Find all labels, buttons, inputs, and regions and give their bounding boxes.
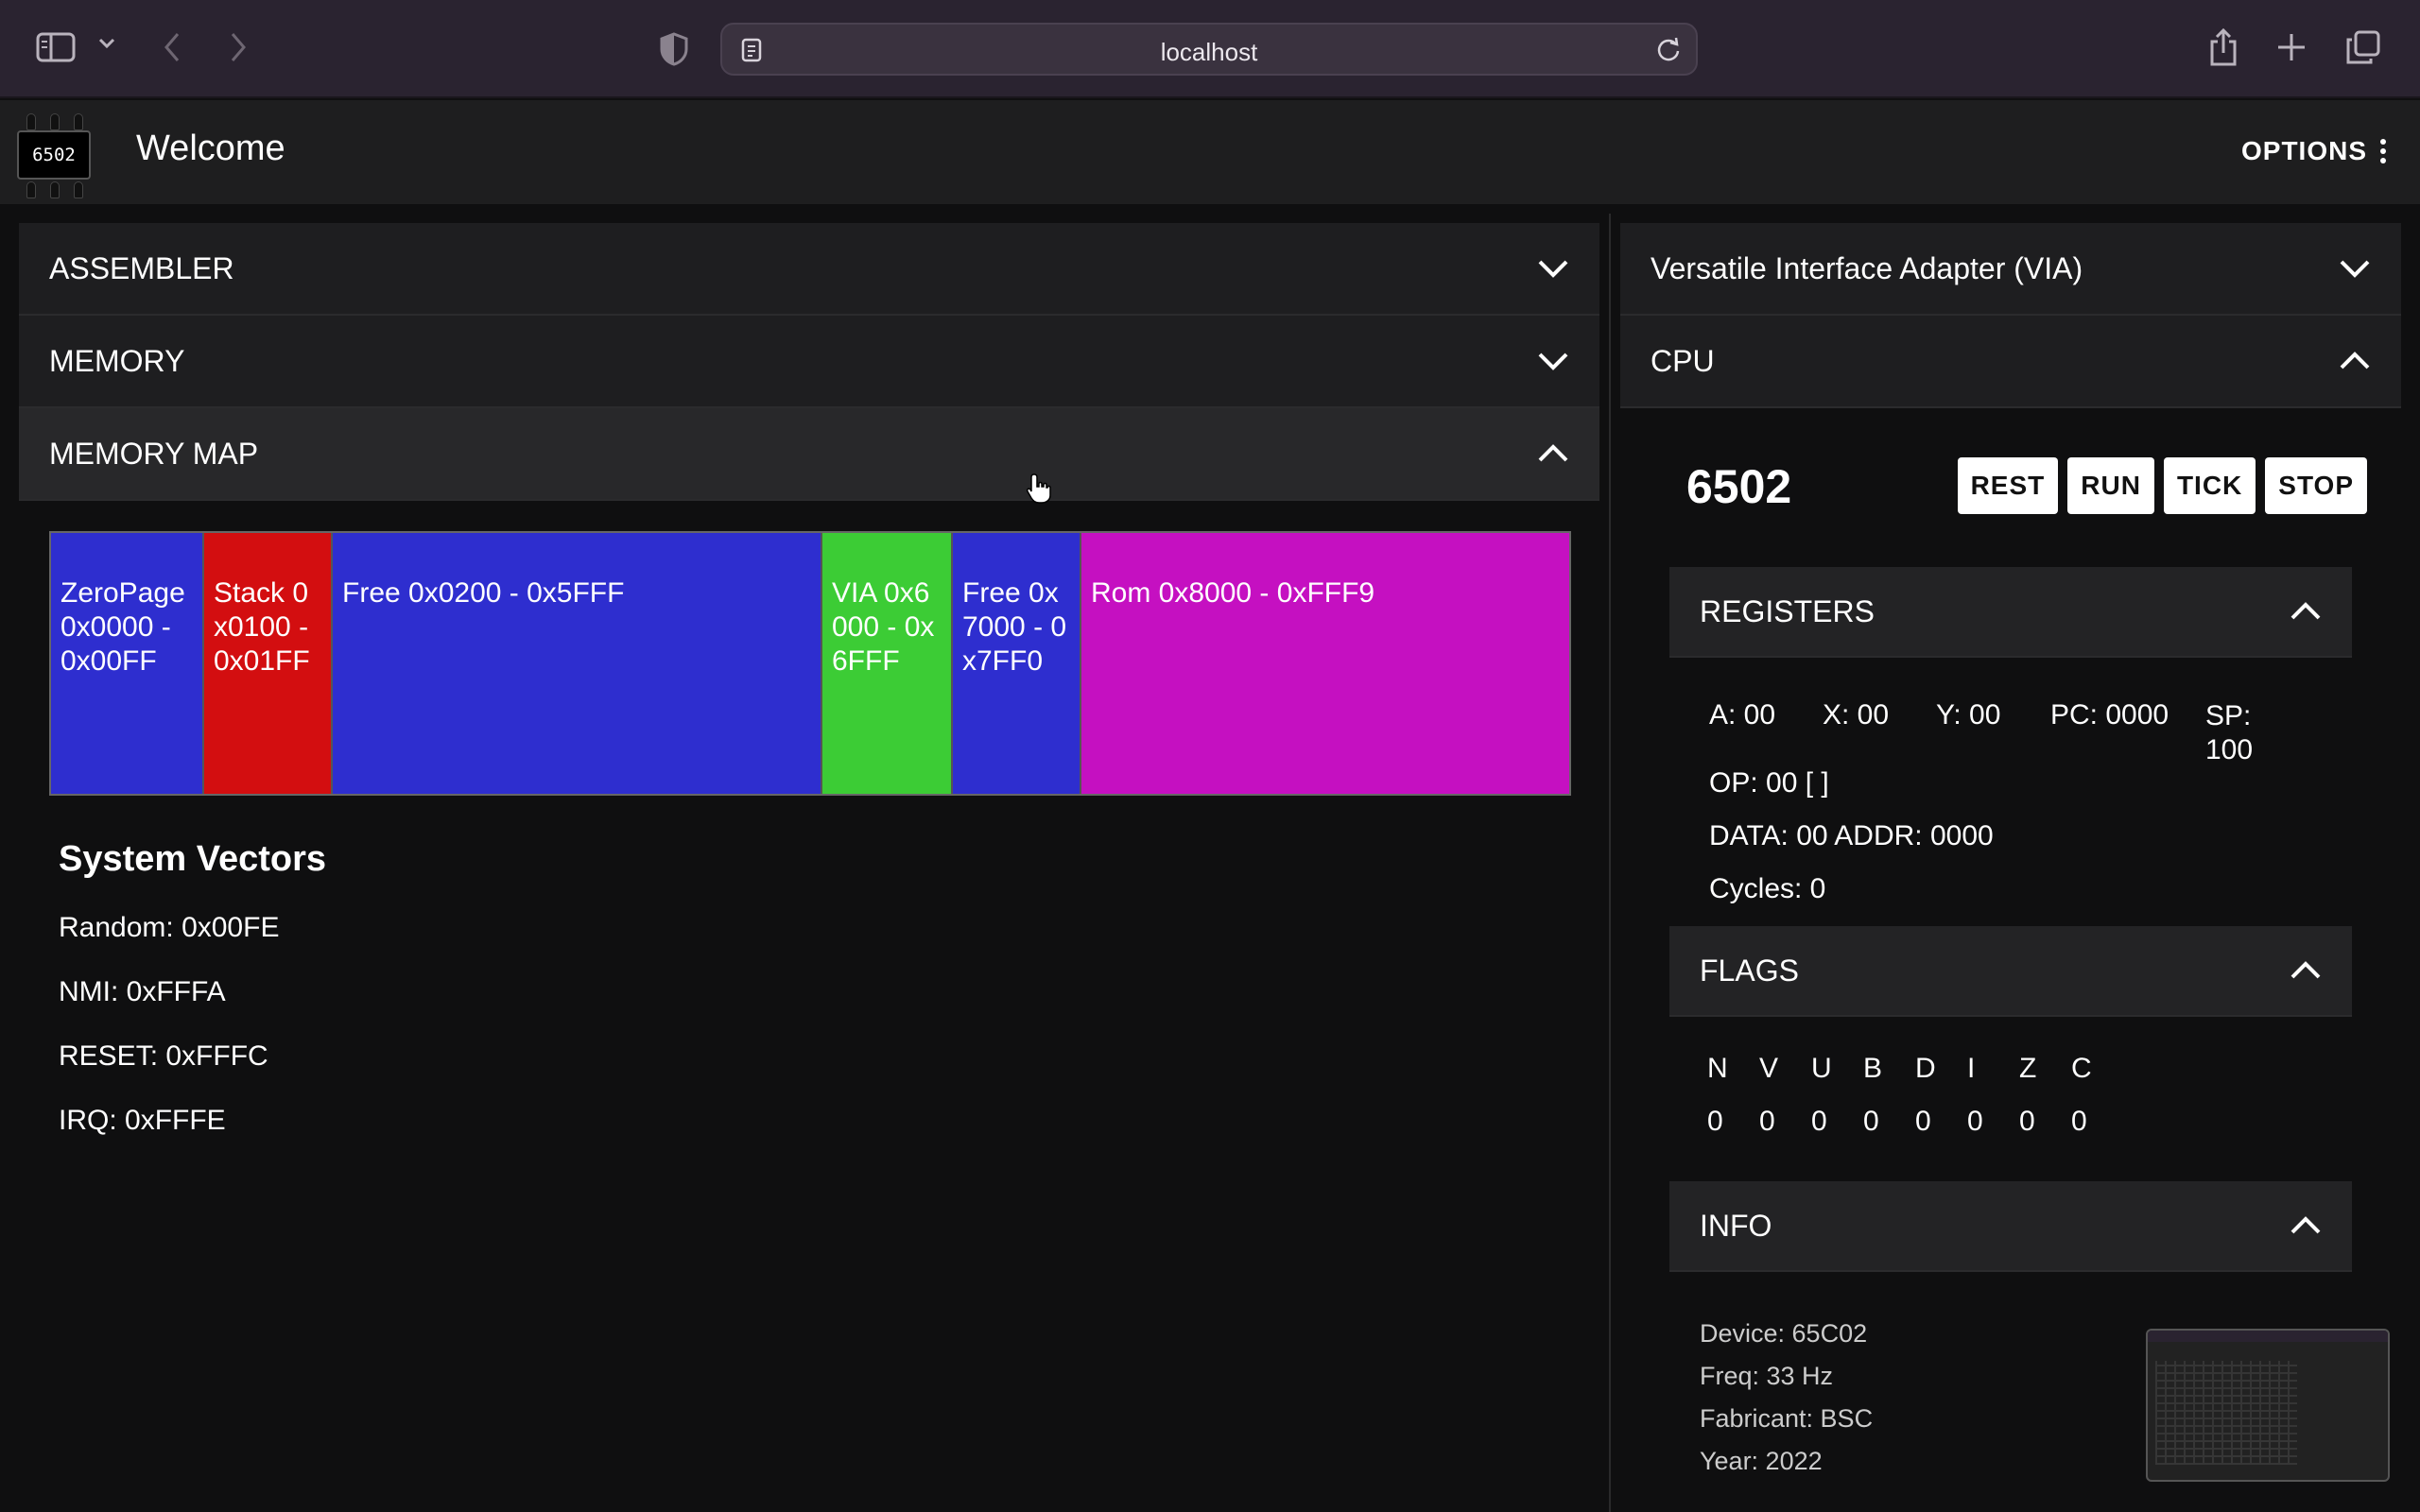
flag-value: 0 (1915, 1106, 1931, 1137)
segment-stack: Stack 0x0100 - 0x01FF (204, 533, 333, 794)
url-text: localhost (1160, 38, 1258, 66)
chevron-up-icon (2339, 352, 2371, 370)
tick-button[interactable]: TICK (2163, 457, 2256, 514)
back-icon[interactable] (161, 30, 183, 64)
register-x: X: 00 (1823, 699, 1890, 730)
segment-rom: Rom 0x8000 - 0xFFF9 (1081, 533, 1569, 794)
registers-body: A: 00 X: 00 Y: 00 PC: 0000 SP: 100 OP: 0… (1669, 658, 2352, 905)
screenshot-thumbnail[interactable] (2146, 1329, 2390, 1482)
memory-panel-header[interactable]: MEMORY (19, 316, 1599, 408)
flag-value: 0 (1863, 1106, 1879, 1137)
column-divider (1609, 214, 1611, 1512)
chip-logo[interactable]: 6502 (13, 110, 95, 200)
app-bar: 6502 Welcome OPTIONS (0, 100, 2420, 204)
flags-title: FLAGS (1700, 953, 1799, 988)
system-vectors-title: System Vectors (59, 839, 327, 879)
segment-via: VIA 0x6000 - 0x6FFF (822, 533, 953, 794)
via-panel-title: Versatile Interface Adapter (VIA) (1651, 250, 2083, 285)
options-label: OPTIONS (2240, 136, 2367, 165)
share-icon[interactable] (2208, 28, 2238, 66)
assembler-panel-header[interactable]: ASSEMBLER (19, 223, 1599, 316)
register-cycles: Cycles: 0 (1709, 873, 1826, 904)
segment-free-low: Free 0x0200 - 0x5FFF (333, 533, 822, 794)
segment-zeropage: ZeroPage 0x0000 - 0x00FF (51, 533, 204, 794)
chevron-down-icon (2339, 259, 2371, 278)
flag-value: 0 (1811, 1106, 1827, 1137)
flag-name: Z (2019, 1053, 2037, 1084)
flag-name: D (1915, 1053, 1936, 1084)
memory-map: ZeroPage 0x0000 - 0x00FF Stack 0x0100 - … (49, 531, 1571, 796)
memory-panel-title: MEMORY (49, 343, 185, 378)
reset-button[interactable]: REST (1957, 457, 2059, 514)
flag-value: 0 (1759, 1106, 1775, 1137)
flag-values-row: 0 0 0 0 0 0 0 0 (1707, 1106, 2352, 1159)
chevron-down-icon[interactable] (98, 38, 115, 49)
memory-map-panel-header[interactable]: MEMORY MAP (19, 408, 1599, 501)
flag-name: C (2071, 1053, 2092, 1084)
stop-button[interactable]: STOP (2265, 457, 2367, 514)
assembler-panel-title: ASSEMBLER (49, 250, 234, 285)
flags-header[interactable]: FLAGS (1669, 926, 2352, 1017)
logo-text: 6502 (17, 130, 91, 180)
info-header[interactable]: INFO (1669, 1181, 2352, 1272)
forward-icon[interactable] (227, 30, 250, 64)
sidebar-toggle-icon[interactable] (36, 32, 76, 62)
flag-value: 0 (1967, 1106, 1983, 1137)
new-tab-icon[interactable] (2276, 32, 2307, 62)
right-column: Versatile Interface Adapter (VIA) CPU 65… (1620, 223, 2401, 1489)
register-a: A: 00 (1709, 699, 1776, 730)
run-button[interactable]: RUN (2067, 457, 2154, 514)
registers-header[interactable]: REGISTERS (1669, 567, 2352, 658)
system-vectors: System Vectors Random: 0x00FE NMI: 0xFFF… (59, 839, 1599, 1137)
registers-title: REGISTERS (1700, 593, 1875, 628)
chevron-up-icon (2290, 961, 2322, 980)
vector-irq: IRQ: 0xFFFE (59, 1105, 226, 1136)
flag-value: 0 (2019, 1106, 2035, 1137)
chevron-up-icon (2290, 602, 2322, 621)
vector-nmi: NMI: 0xFFFA (59, 976, 226, 1007)
register-sp: SP: 100 (2205, 700, 2254, 765)
cpu-panel-header[interactable]: CPU (1620, 316, 2401, 408)
flag-value: 0 (1707, 1106, 1723, 1137)
segment-free-high: Free 0x7000 - 0x7FF0 (953, 533, 1081, 794)
cpu-header: 6502 REST RUN TICK STOP (1620, 408, 2401, 567)
info-title: INFO (1700, 1208, 1772, 1243)
chevron-up-icon (1537, 444, 1569, 463)
flags-body: N V U B D I Z C 0 0 0 0 0 0 0 0 (1669, 1017, 2352, 1159)
vector-random: Random: 0x00FE (59, 912, 280, 943)
chevron-down-icon (1537, 259, 1569, 278)
flag-name: U (1811, 1053, 1832, 1084)
kebab-menu-icon (2380, 139, 2386, 163)
register-op: OP: 00 [ ] (1709, 767, 1829, 799)
flag-name: I (1967, 1053, 1976, 1084)
flag-value: 0 (2071, 1106, 2087, 1137)
chevron-up-icon (2290, 1216, 2322, 1235)
flag-names-row: N V U B D I Z C (1707, 1053, 2352, 1106)
via-panel-header[interactable]: Versatile Interface Adapter (VIA) (1620, 223, 2401, 316)
register-data-addr: DATA: 00 ADDR: 0000 (1709, 820, 1994, 851)
register-pc: PC: 0000 (2050, 699, 2169, 730)
browser-toolbar: localhost (0, 0, 2420, 98)
cpu-controls: REST RUN TICK STOP (1957, 457, 2367, 514)
flag-name: B (1863, 1053, 1883, 1084)
left-column: ASSEMBLER MEMORY MEMORY MAP ZeroPage 0x0… (19, 223, 1599, 1169)
tab-overview-icon[interactable] (2346, 30, 2380, 64)
address-bar[interactable]: localhost (720, 23, 1698, 76)
flag-name: V (1759, 1053, 1779, 1084)
hand-cursor-icon (1025, 472, 1053, 509)
vector-reset: RESET: 0xFFFC (59, 1040, 268, 1072)
privacy-shield-icon[interactable] (660, 32, 688, 66)
memory-map-panel-title: MEMORY MAP (49, 436, 259, 471)
page-title: Welcome (136, 129, 285, 168)
reload-icon[interactable] (1656, 37, 1681, 68)
register-y: Y: 00 (1936, 699, 2001, 730)
cpu-panel-title: CPU (1651, 343, 1715, 378)
cpu-name: 6502 (1686, 460, 1792, 513)
flag-name: N (1707, 1053, 1728, 1084)
chevron-down-icon (1537, 352, 1569, 370)
options-button[interactable]: OPTIONS (2241, 136, 2386, 166)
